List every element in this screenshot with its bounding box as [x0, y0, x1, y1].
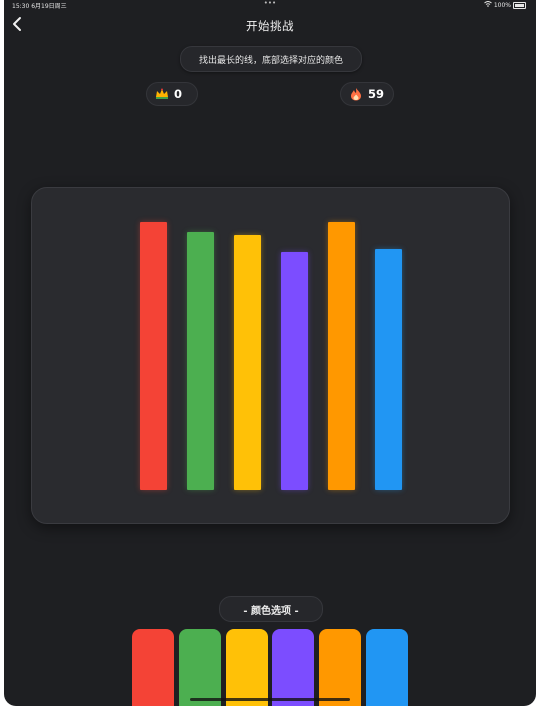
- status-right: 100%: [484, 1, 526, 9]
- color-option-4[interactable]: [272, 629, 314, 706]
- line-bar-4: [281, 252, 308, 490]
- score-value: 0: [174, 87, 183, 101]
- color-option-3[interactable]: [226, 629, 268, 706]
- flame-icon: [349, 87, 363, 101]
- battery-percent: 100%: [493, 1, 511, 9]
- battery-icon: [513, 1, 526, 9]
- crown-icon: [155, 87, 169, 101]
- instruction-pill: 找出最长的线，底部选择对应的颜色: [180, 46, 362, 72]
- timer-pill: 59: [340, 82, 394, 106]
- game-screen: 15:30 6月19日周三 ••• 100% 开始挑战 找出最长的线，底部选择对…: [4, 0, 536, 706]
- lines-board: [31, 187, 510, 524]
- color-option-2[interactable]: [179, 629, 221, 706]
- color-option-1[interactable]: [132, 629, 174, 706]
- color-option-6[interactable]: [366, 629, 408, 706]
- color-option-5[interactable]: [319, 629, 361, 706]
- options-label: - 颜色选项 -: [219, 596, 323, 622]
- timer-value: 59: [368, 87, 385, 101]
- line-bar-6: [375, 249, 402, 490]
- line-bar-5: [328, 222, 355, 490]
- score-pill: 0: [146, 82, 198, 106]
- page-title: 开始挑战: [246, 19, 294, 33]
- home-indicator: [190, 698, 350, 701]
- line-bar-3: [234, 235, 261, 490]
- wifi-icon: [484, 1, 492, 9]
- line-bar-1: [140, 222, 167, 490]
- multitask-dots[interactable]: •••: [4, 0, 536, 7]
- status-bar: 15:30 6月19日周三 ••• 100%: [4, 0, 536, 10]
- line-bar-2: [187, 232, 214, 490]
